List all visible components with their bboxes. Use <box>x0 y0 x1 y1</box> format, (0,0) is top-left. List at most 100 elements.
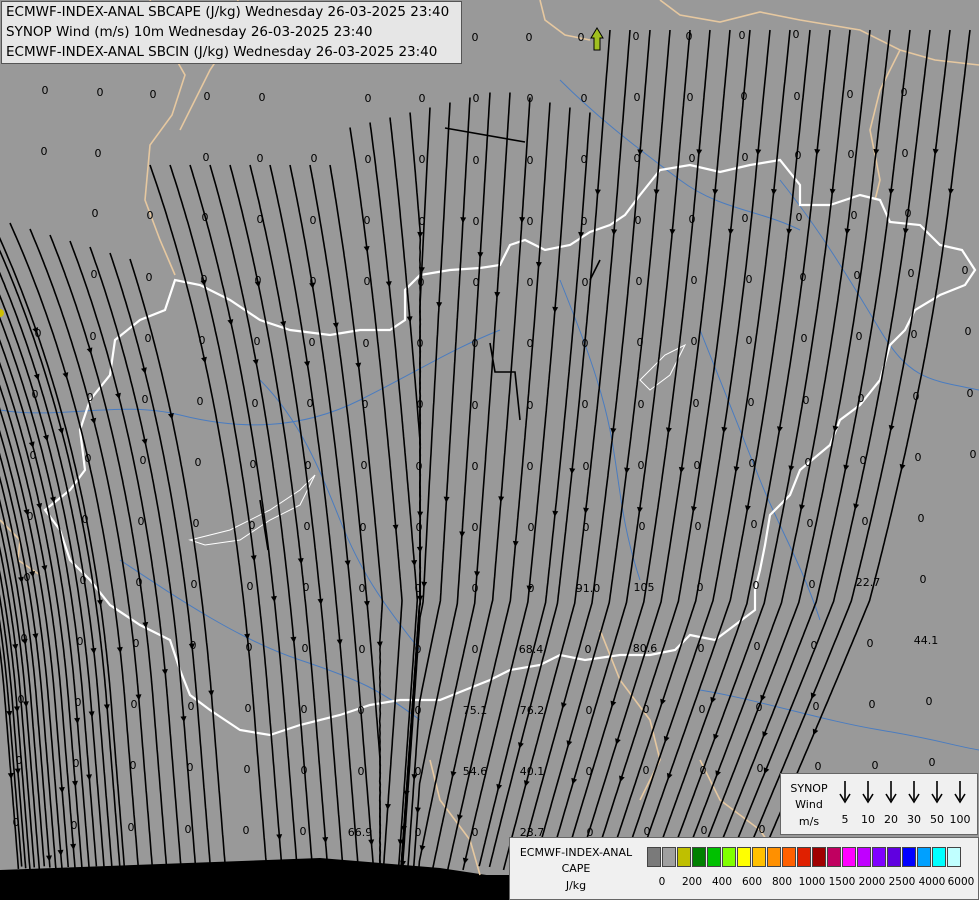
sbcin-value-label: 0 <box>582 276 589 289</box>
sbcin-value-label: 75.1 <box>463 704 488 717</box>
sbcin-value-label: 0 <box>204 90 211 103</box>
sbcin-value-label: 0 <box>191 578 198 591</box>
sbcin-value-label: 0 <box>913 390 920 403</box>
sbcin-value-label: 0 <box>364 275 371 288</box>
sbcin-value-label: 0 <box>147 209 154 222</box>
sbcin-value-label: 0 <box>304 520 311 533</box>
sbcin-value-label: 44.1 <box>914 634 939 647</box>
sbcin-value-label: 0 <box>244 763 251 776</box>
sbcin-value-label: 0 <box>311 152 318 165</box>
sbcin-value-label: 0 <box>637 336 644 349</box>
sbcin-value-label: 0 <box>473 154 480 167</box>
sbcin-value-label: 0 <box>80 574 87 587</box>
sbcin-value-label: 0 <box>803 394 810 407</box>
sbcin-value-label: 0 <box>472 337 479 350</box>
cape-color-swatch <box>662 847 676 867</box>
sbcin-value-label: 0 <box>301 764 308 777</box>
sbcin-value-label: 0 <box>633 30 640 43</box>
sbcin-value-label: 0 <box>472 31 479 44</box>
sbcin-value-label: 0 <box>97 86 104 99</box>
sbcin-value-label: 0 <box>699 703 706 716</box>
sbcin-value-label: 0 <box>415 704 422 717</box>
sbcin-value-label: 0 <box>197 395 204 408</box>
sbcin-value-label: 0 <box>359 582 366 595</box>
title-sbcin: ECMWF-INDEX-ANAL SBCIN (J/kg) Wednesday … <box>6 44 438 60</box>
sbcin-value-label: 0 <box>805 456 812 469</box>
sbcin-value-label: 0 <box>257 213 264 226</box>
cape-tick-label: 0 <box>658 876 666 888</box>
sbcin-value-label: 0 <box>365 92 372 105</box>
sbcin-value-label: 0 <box>16 754 23 767</box>
sbcin-value-label: 0 <box>848 148 855 161</box>
wind-arrow-icon <box>885 781 897 804</box>
cape-legend-subtitle: CAPE <box>561 862 591 875</box>
sbcin-value-label: 0 <box>634 91 641 104</box>
sbcin-value-label: 0 <box>310 214 317 227</box>
sbcin-value-label: 0 <box>689 152 696 165</box>
sbcin-value-label: 0 <box>809 578 816 591</box>
sbcin-value-label: 0 <box>793 28 800 41</box>
sbcin-value-label: 0 <box>585 643 592 656</box>
sbcin-value-label: 0 <box>698 642 705 655</box>
sbcin-value-label: 0 <box>965 325 972 338</box>
sbcin-value-label: 0 <box>811 639 818 652</box>
sbcin-value-label: 0 <box>305 459 312 472</box>
sbcin-value-label: 0 <box>967 387 974 400</box>
sbcin-value-label: 0 <box>915 451 922 464</box>
sbcin-value-label: 0 <box>697 581 704 594</box>
sbcin-value-label: 0 <box>13 816 20 829</box>
sbcin-value-label: 0 <box>911 328 918 341</box>
title-synop-wind: SYNOP Wind (m/s) 10m Wednesday 26-03-202… <box>6 24 373 40</box>
cape-tick-label: 400 <box>711 876 733 888</box>
sbcin-value-label: 54.6 <box>463 765 488 778</box>
sbcin-value-label: 0 <box>145 332 152 345</box>
sbcin-value-label: 0 <box>30 449 37 462</box>
sbcin-value-label: 76.2 <box>520 704 545 717</box>
sbcin-value-label: 0 <box>310 275 317 288</box>
sbcin-value-label: 0 <box>635 214 642 227</box>
sbcin-value-label: 0 <box>142 393 149 406</box>
sbcin-value-label: 0 <box>150 88 157 101</box>
cape-color-swatch <box>692 847 706 867</box>
sbcin-value-label: 0 <box>586 765 593 778</box>
sbcin-value-label: 0 <box>257 152 264 165</box>
wind-legend: SYNOP Wind m/s 5 10 20 30 50 100 <box>780 773 978 835</box>
sbcin-value-label: 66.9 <box>348 826 373 839</box>
sbcin-value-label: 0 <box>254 335 261 348</box>
sbcin-value-label: 0 <box>636 275 643 288</box>
sbcin-value-label: 0 <box>527 337 534 350</box>
cape-legend-unit: J/kg <box>565 879 587 892</box>
sbcin-value-label: 0 <box>757 762 764 775</box>
sbcin-value-label: 0 <box>472 582 479 595</box>
sbcin-value-label: 0 <box>526 31 533 44</box>
sbcin-value-label: 0 <box>360 521 367 534</box>
cape-color-swatch <box>782 847 796 867</box>
cape-color-swatch <box>827 847 841 867</box>
sbcin-value-label: 0 <box>472 399 479 412</box>
sbcin-value-label: 0 <box>586 704 593 717</box>
sbcin-value-label: 0 <box>419 92 426 105</box>
wind-arrow-icon <box>839 781 851 804</box>
sbcin-value-label: 0 <box>309 336 316 349</box>
cape-color-swatch <box>902 847 916 867</box>
sbcin-value-label: 0 <box>128 821 135 834</box>
sbcin-value-label: 0 <box>75 696 82 709</box>
sbcin-value-label: 0 <box>247 580 254 593</box>
sbcin-value-label: 0 <box>686 30 693 43</box>
sbcin-value-label: 0 <box>41 145 48 158</box>
sbcin-value-label: 0 <box>187 761 194 774</box>
sbcin-value-label: 0 <box>527 399 534 412</box>
sbcin-value-label: 0 <box>796 211 803 224</box>
sbcin-value-label: 0 <box>583 521 590 534</box>
sbcin-value-label: 0 <box>18 693 25 706</box>
sbcin-value-label: 0 <box>746 334 753 347</box>
cape-legend-title: ECMWF-INDEX-ANAL <box>519 846 633 859</box>
sbcin-value-label: 0 <box>130 759 137 772</box>
sbcin-value-label: 0 <box>902 147 909 160</box>
wind-legend-value: 30 <box>907 813 921 826</box>
sbcin-value-label: 0 <box>91 268 98 281</box>
sbcin-value-label: 0 <box>202 211 209 224</box>
sbcin-value-label: 0 <box>813 700 820 713</box>
sbcin-value-label: 0 <box>929 756 936 769</box>
sbcin-value-label: 0 <box>472 643 479 656</box>
